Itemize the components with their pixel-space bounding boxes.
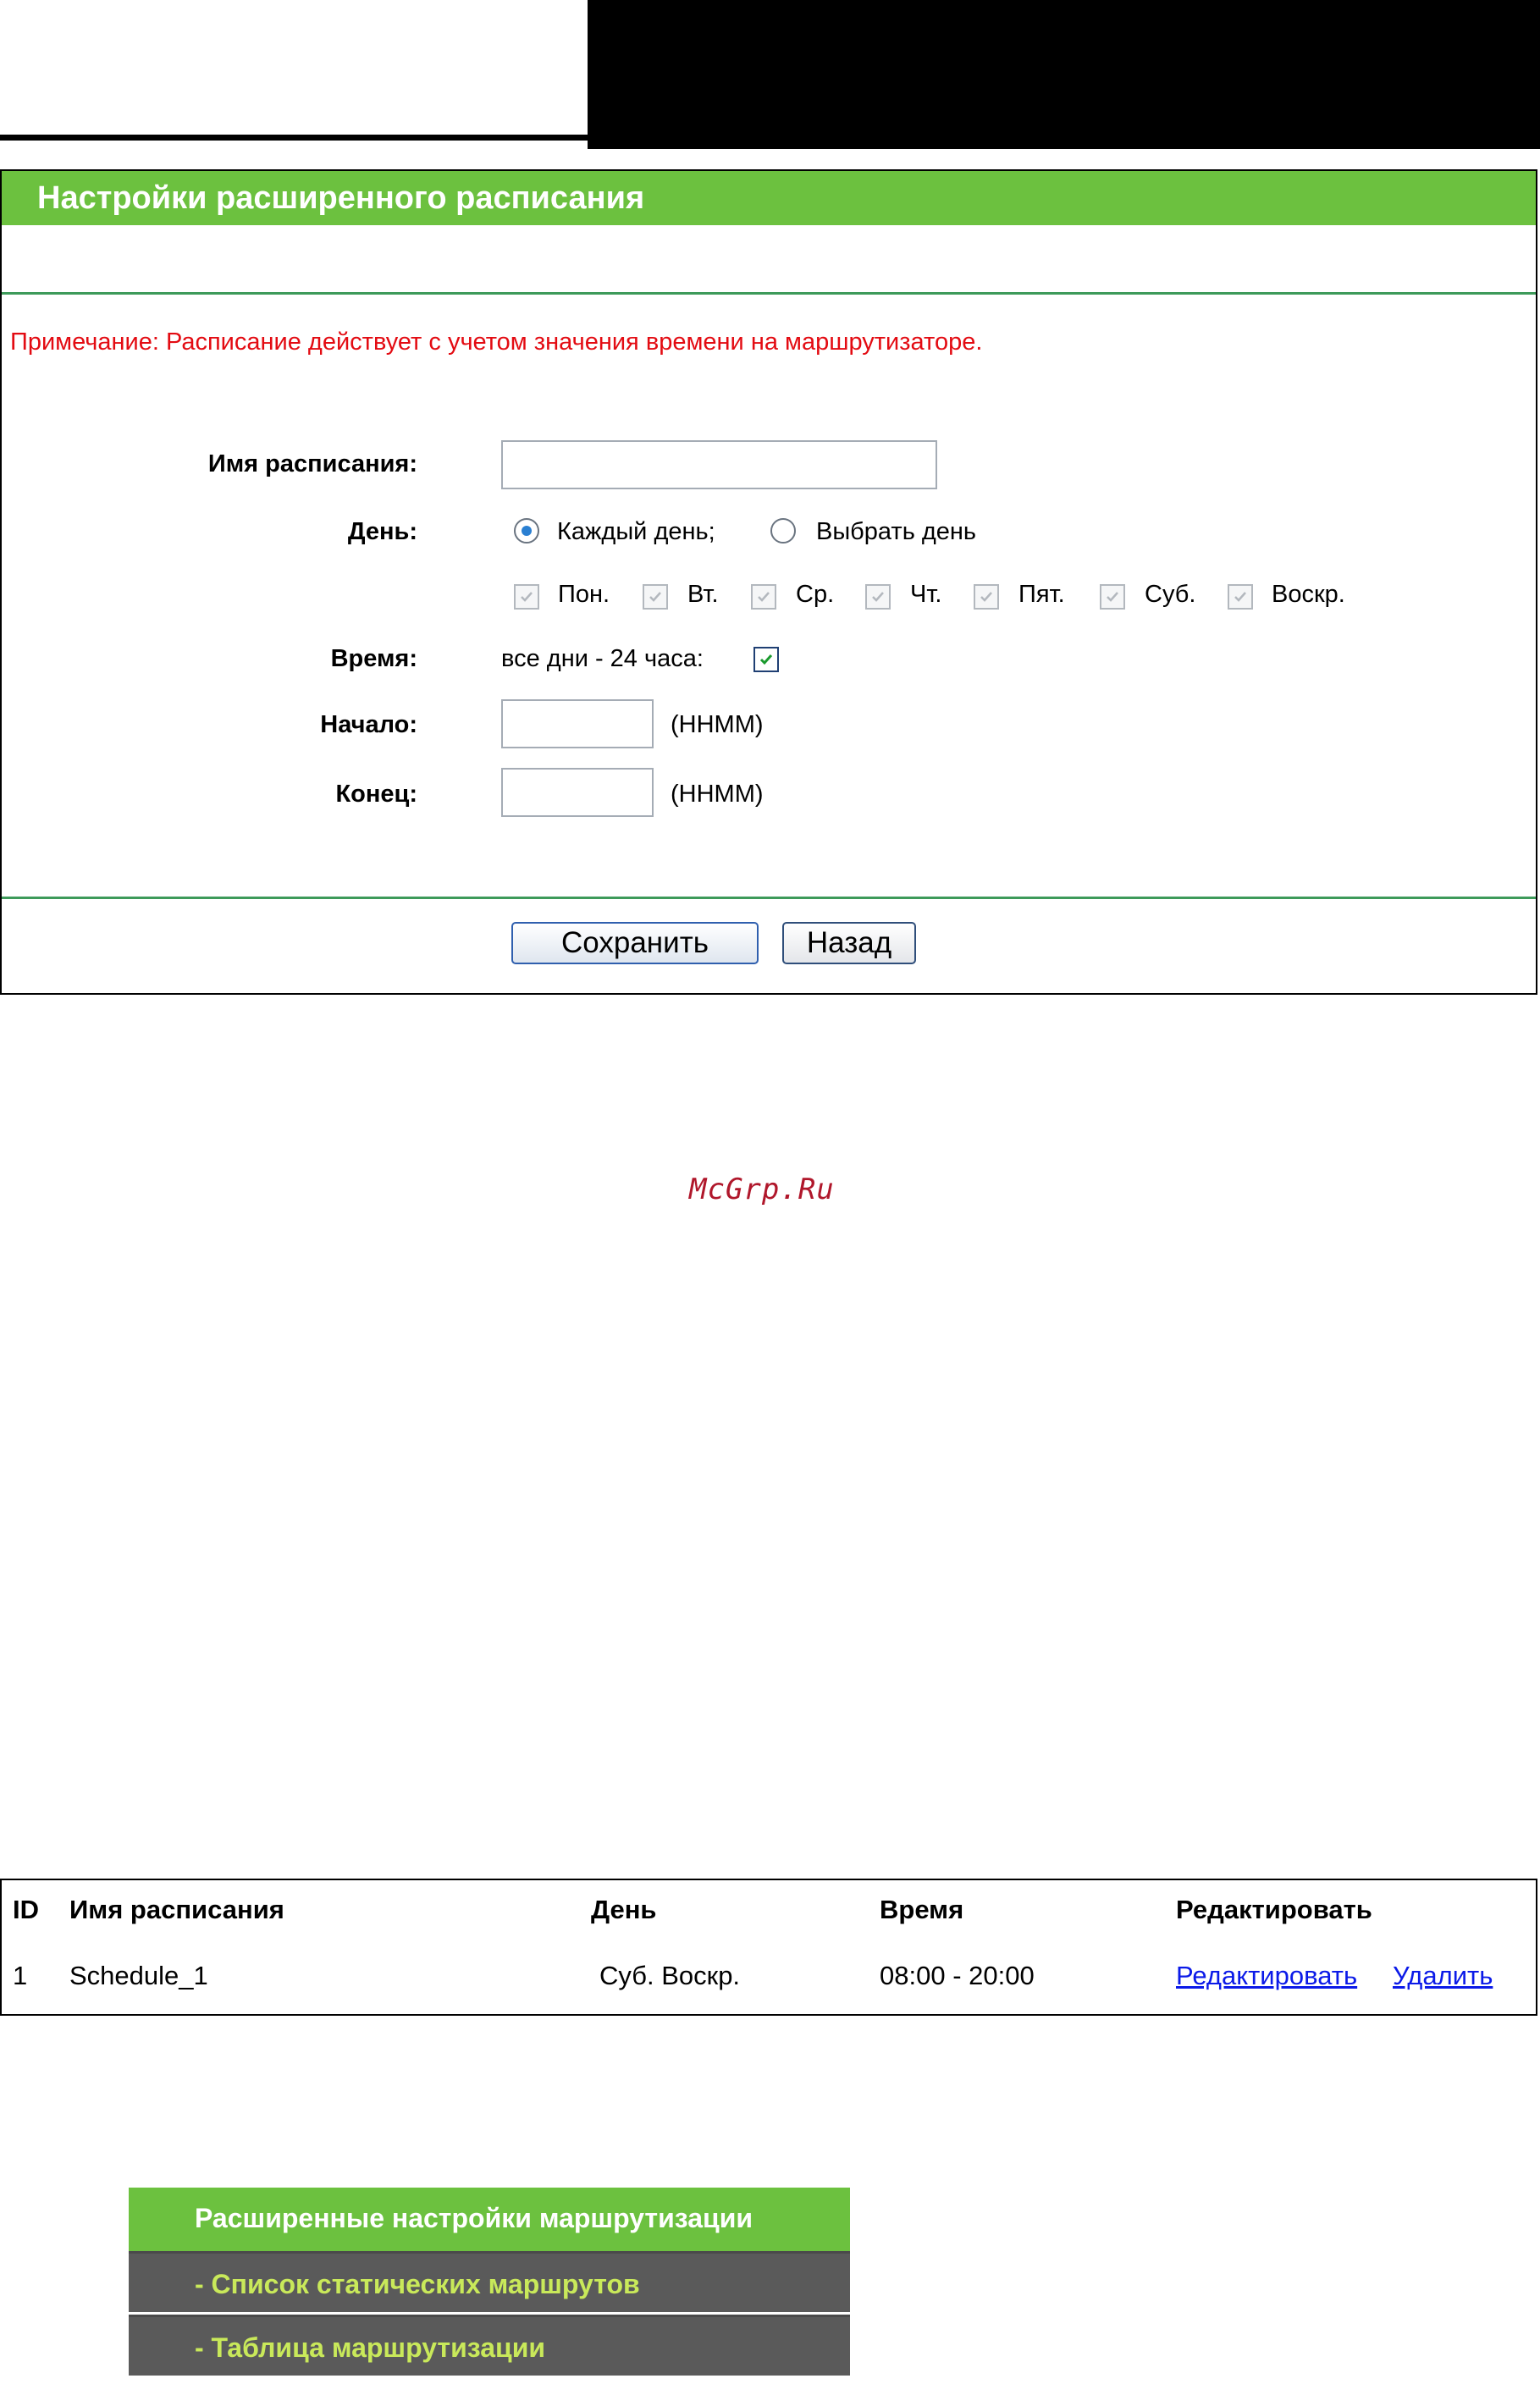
weekday-checkbox-tue[interactable] [643,584,668,610]
end-time-input[interactable] [501,768,654,817]
all-day-checkbox[interactable] [753,647,779,672]
menu-item-static-routes[interactable]: - Список статических маршрутов [129,2251,850,2312]
start-format-hint: (HHMM) [671,711,764,738]
day-label: День: [347,518,417,545]
every-day-label: Каждый день; [557,518,715,545]
schedule-table: ID Имя расписания День Время Редактирова… [0,1879,1537,2016]
start-label: Начало: [320,711,417,738]
column-header-id: ID [13,1895,39,1924]
weekday-label-thu: Чт. [910,581,942,608]
panel-title-bar: Настройки расширенного расписания [2,171,1536,225]
divider [2,292,1536,295]
row-day: Суб. Воскр. [599,1961,741,1990]
weekday-checkbox-sun[interactable] [1228,584,1253,610]
edit-link[interactable]: Редактировать [1176,1961,1357,1991]
weekday-label-fri: Пят. [1018,581,1065,608]
column-header-time: Время [880,1895,964,1924]
all-day-label: все дни - 24 часа: [501,645,704,672]
row-time: 08:00 - 20:00 [880,1961,1035,1990]
divider [2,897,1536,899]
row-id: 1 [13,1961,28,1990]
panel-title: Настройки расширенного расписания [37,180,645,216]
column-header-day: День [591,1895,657,1924]
weekday-label-sun: Воскр. [1272,581,1345,608]
weekday-checkbox-sat[interactable] [1100,584,1125,610]
weekday-label-wed: Ср. [796,581,835,608]
delete-link[interactable]: Удалить [1393,1961,1493,1991]
time-label: Время: [330,645,417,672]
watermark: McGrp.Ru [689,1173,835,1206]
weekday-label-mon: Пон. [558,581,610,608]
weekday-checkbox-mon[interactable] [514,584,539,610]
schedule-name-label: Имя расписания: [207,450,417,477]
weekday-label-sat: Суб. [1145,581,1196,608]
select-day-label: Выбрать день [816,518,977,545]
end-format-hint: (HHMM) [671,781,764,808]
end-label: Конец: [335,781,417,808]
save-button[interactable]: Сохранить [511,922,759,964]
row-name: Schedule_1 [69,1961,208,1990]
menu-item-routing-table[interactable]: - Таблица маршрутизации [129,2315,850,2376]
schedule-name-input[interactable] [501,440,937,489]
weekday-checkbox-fri[interactable] [974,584,999,610]
weekday-checkbox-thu[interactable] [865,584,891,610]
column-header-name: Имя расписания [69,1895,284,1924]
header-black-banner [588,0,1540,149]
every-day-radio[interactable] [514,518,539,544]
header-left-area [0,0,588,141]
column-header-edit: Редактировать [1176,1895,1372,1924]
start-time-input[interactable] [501,699,654,748]
select-day-radio[interactable] [770,518,796,544]
weekday-checkbox-wed[interactable] [751,584,776,610]
note-text: Примечание: Расписание действует с учето… [10,328,983,356]
advanced-schedule-panel: Настройки расширенного расписания Примеч… [0,169,1537,995]
weekday-label-tue: Вт. [687,581,719,608]
menu-item-advanced-routing[interactable]: Расширенные настройки маршрутизации [129,2188,850,2251]
back-button[interactable]: Назад [782,922,916,964]
